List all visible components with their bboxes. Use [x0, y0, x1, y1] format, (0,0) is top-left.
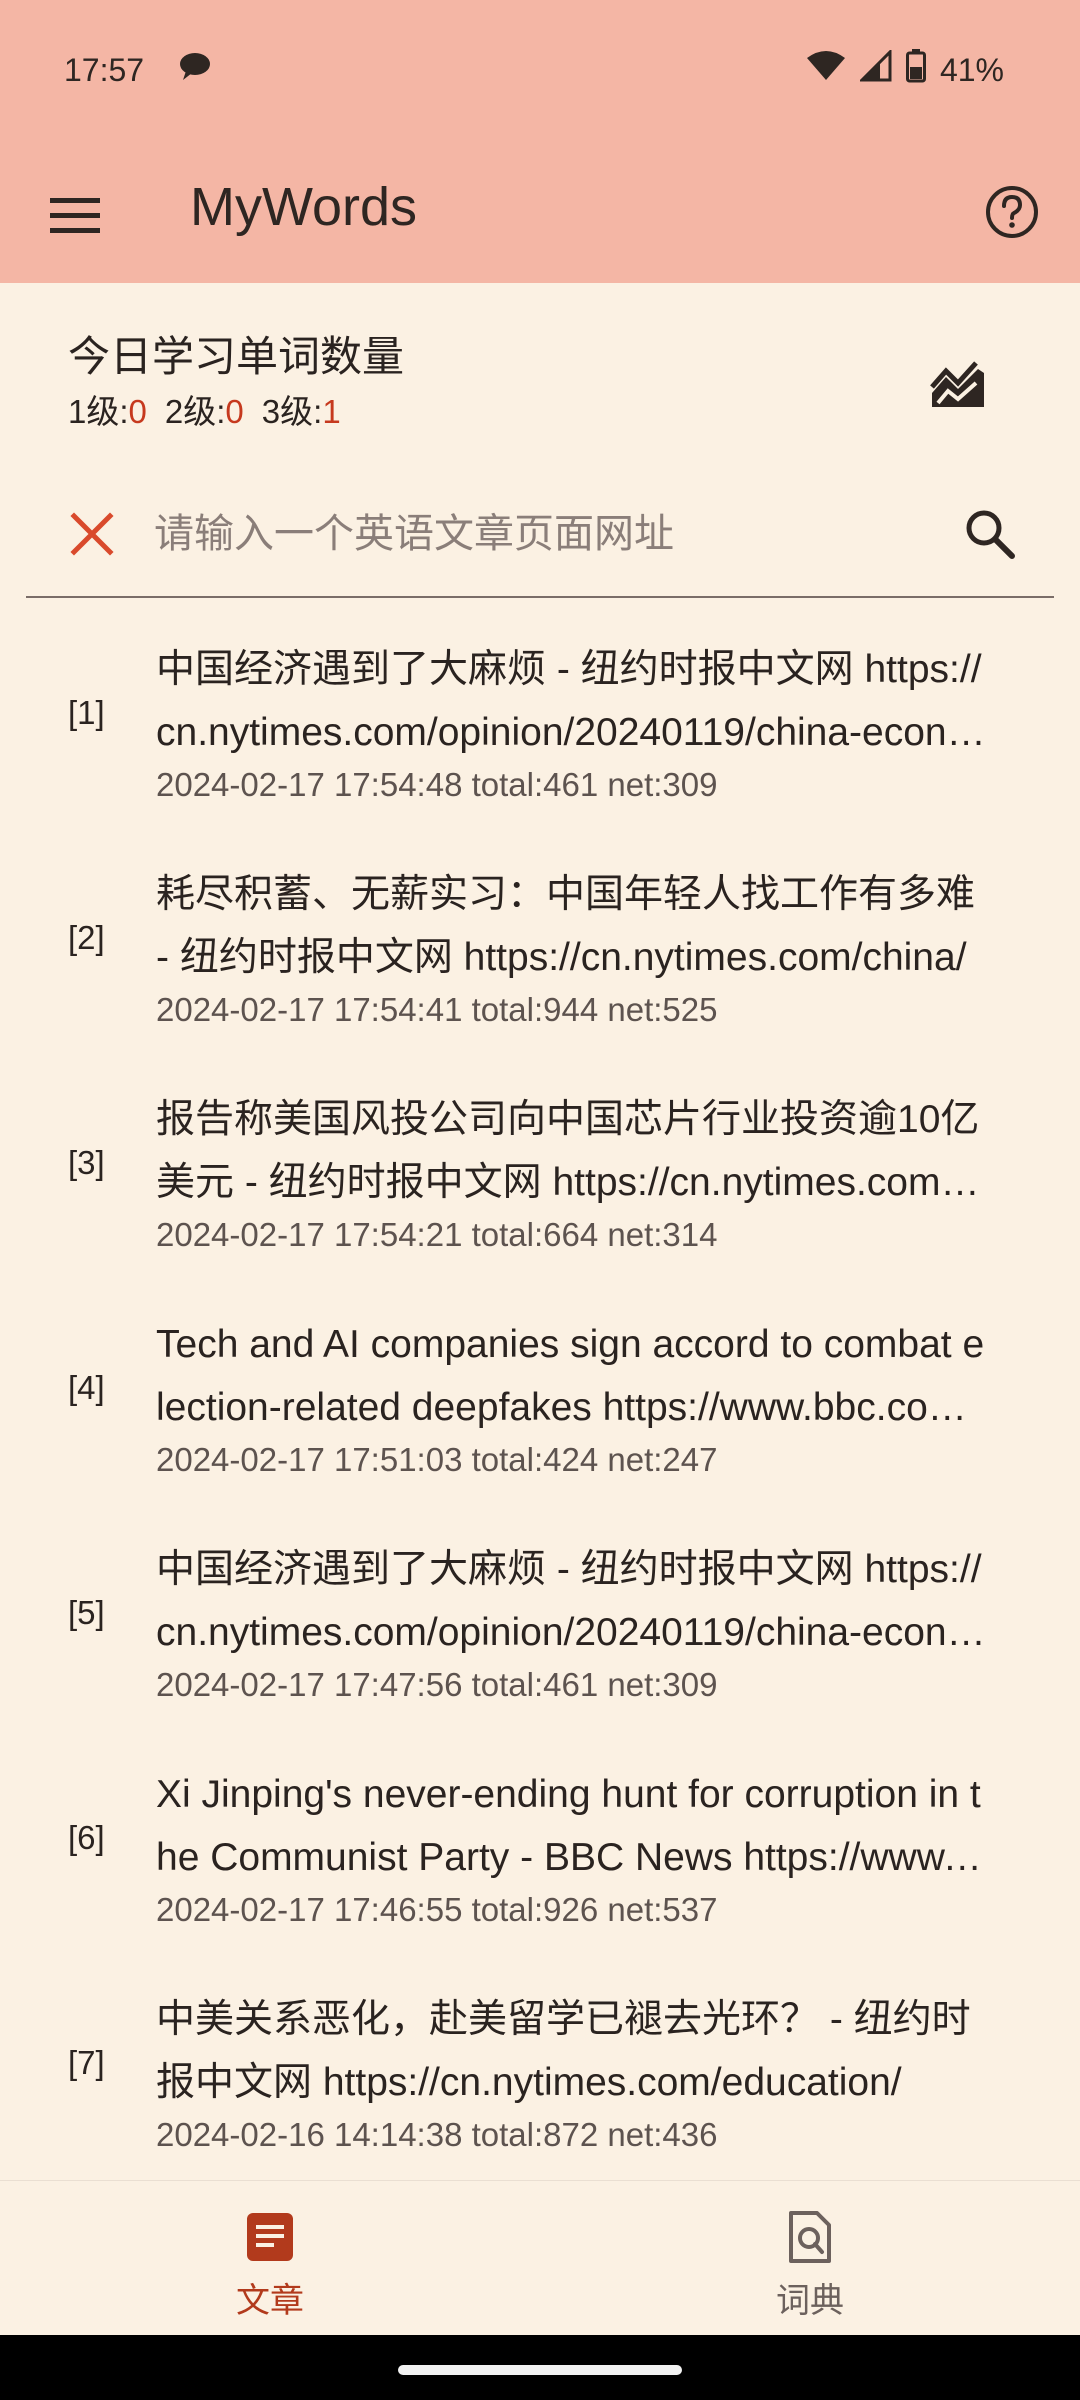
daily-stats: 今日学习单词数量 1级:0 2级:0 3级:1	[0, 283, 1080, 463]
item-index: [5]	[68, 1593, 105, 1631]
close-icon	[70, 512, 114, 556]
menu-button[interactable]	[40, 180, 110, 250]
search-button[interactable]	[962, 506, 1018, 562]
hamburger-menu-icon	[50, 198, 100, 233]
list-item[interactable]: [2] 耗尽积蓄、无薪实习：中国年轻人找工作有多难 - 纽约时报中文网 http…	[0, 825, 1080, 1050]
list-item[interactable]: [6] Xi Jinping's never-ending hunt for c…	[0, 1725, 1080, 1950]
battery-icon	[905, 49, 926, 91]
help-button[interactable]	[974, 174, 1050, 250]
chat-bubble-icon	[178, 51, 212, 89]
item-index: [4]	[68, 1368, 105, 1406]
chart-button[interactable]	[926, 353, 990, 417]
item-index: [7]	[68, 2043, 105, 2081]
item-meta: 2024-02-17 17:54:21 total:664 net:314	[156, 1216, 718, 1253]
item-title: 中国经济遇到了大麻烦 - 纽约时报中文网 https://cn.nytimes.…	[156, 1548, 982, 1654]
app-bar: MyWords	[0, 140, 1080, 283]
list-item[interactable]: [1] 中国经济遇到了大麻烦 - 纽约时报中文网 https://cn.nyti…	[0, 600, 1080, 825]
list-item[interactable]: [7] 中美关系恶化，赴美留学已褪去光环？ - 纽约时报中文网 https://…	[0, 1950, 1080, 2175]
item-index: [6]	[68, 1818, 105, 1856]
item-meta: 2024-02-17 17:54:41 total:944 net:525	[156, 991, 718, 1028]
battery-percent: 41%	[939, 51, 1004, 88]
item-index: [1]	[68, 693, 105, 731]
level2-label: 2级:	[164, 393, 226, 430]
item-meta: 2024-02-17 17:46:55 total:926 net:537	[156, 1891, 718, 1928]
url-input-bar	[26, 478, 1054, 598]
stats-title: 今日学习单词数量	[68, 333, 405, 380]
nav-dictionary[interactable]: 词典	[540, 2181, 1080, 2336]
home-indicator[interactable]	[398, 2365, 682, 2375]
status-left: 17:57	[64, 51, 212, 89]
dictionary-search-icon	[789, 2211, 831, 2263]
signal-icon	[858, 48, 892, 90]
help-circle-icon	[986, 186, 1038, 238]
status-bar: 17:57 41%	[0, 0, 1080, 140]
level3-label: 3级:	[261, 393, 323, 430]
item-title: 报告称美国风投公司向中国芯片行业投资逾10亿美元 - 纽约时报中文网 https…	[156, 1098, 980, 1204]
item-title: Xi Jinping's never-ending hunt for corru…	[156, 1773, 981, 1879]
article-list: [1] 中国经济遇到了大麻烦 - 纽约时报中文网 https://cn.nyti…	[0, 600, 1080, 2180]
nav-dictionary-label: 词典	[776, 2282, 844, 2320]
item-title: 中美关系恶化，赴美留学已褪去光环？ - 纽约时报中文网 https://cn.n…	[156, 1998, 971, 2104]
search-icon	[966, 510, 1015, 559]
page-title: MyWords	[190, 177, 418, 237]
nav-articles-label: 文章	[236, 2282, 304, 2320]
item-index: [2]	[68, 918, 105, 956]
item-index: [3]	[68, 1143, 105, 1181]
list-item[interactable]: [5] 中国经济遇到了大麻烦 - 纽约时报中文网 https://cn.nyti…	[0, 1500, 1080, 1725]
list-item[interactable]: [4] Tech and AI companies sign accord to…	[0, 1275, 1080, 1500]
item-title: 耗尽积蓄、无薪实习：中国年轻人找工作有多难 - 纽约时报中文网 https://…	[156, 873, 976, 979]
item-title: 中国经济遇到了大麻烦 - 纽约时报中文网 https://cn.nytimes.…	[156, 648, 982, 754]
chart-icon	[930, 361, 984, 407]
stats-levels: 1级:0 2级:0 3级:1	[68, 385, 341, 433]
level2-count: 0	[225, 393, 244, 430]
level3-count: 1	[322, 393, 341, 430]
item-meta: 2024-02-17 17:51:03 total:424 net:247	[156, 1441, 718, 1478]
wifi-icon	[806, 50, 846, 90]
list-item[interactable]: [3] 报告称美国风投公司向中国芯片行业投资逾10亿美元 - 纽约时报中文网 h…	[0, 1050, 1080, 1275]
nav-articles[interactable]: 文章	[0, 2181, 540, 2336]
item-meta: 2024-02-16 14:14:38 total:872 net:436	[156, 2116, 718, 2153]
bottom-navigation: 文章 词典	[0, 2180, 1080, 2335]
gesture-bar	[0, 2335, 1080, 2400]
item-meta: 2024-02-17 17:47:56 total:461 net:309	[156, 1666, 718, 1703]
status-time: 17:57	[64, 51, 145, 88]
item-meta: 2024-02-17 17:54:48 total:461 net:309	[156, 766, 718, 803]
url-input[interactable]	[154, 498, 954, 570]
level1-label: 1级:	[68, 393, 129, 430]
status-right: 41%	[806, 48, 1004, 91]
article-icon	[247, 2213, 293, 2261]
clear-button[interactable]	[64, 506, 120, 562]
item-title: Tech and AI companies sign accord to com…	[156, 1323, 985, 1429]
level1-count: 0	[128, 393, 147, 430]
